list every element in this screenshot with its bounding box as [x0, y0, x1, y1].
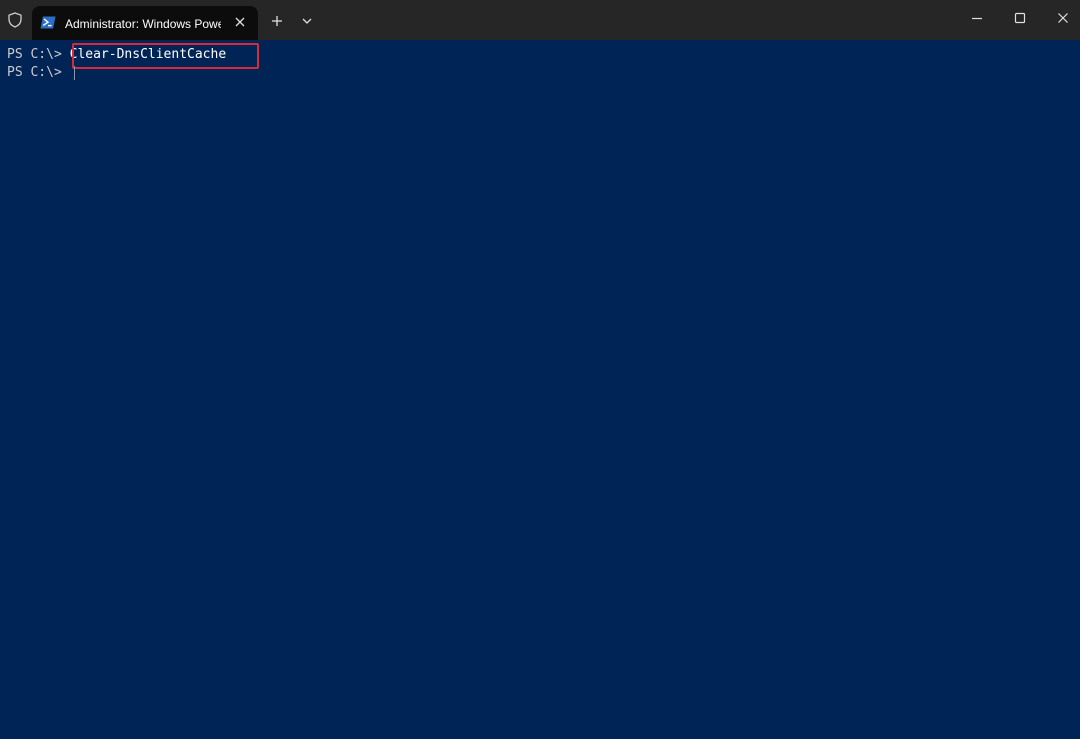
- terminal-line: PS C:\> Clear-DnsClientCache: [7, 46, 226, 64]
- tab-powershell[interactable]: Administrator: Windows Powe: [32, 6, 258, 40]
- powershell-icon: [40, 15, 56, 29]
- command-text: Clear-DnsClientCache: [69, 47, 227, 62]
- shield-icon[interactable]: [6, 11, 24, 29]
- maximize-icon[interactable]: [1007, 8, 1033, 28]
- tab-title: Administrator: Windows Powe: [65, 17, 221, 31]
- close-window-icon[interactable]: [1050, 8, 1076, 28]
- prompt: PS C:\>: [7, 47, 70, 62]
- terminal-line: PS C:\>: [7, 64, 70, 82]
- terminal-window: Administrator: Windows Powe PS C:\> Clea…: [0, 0, 1080, 739]
- text-cursor: [74, 66, 75, 80]
- prompt: PS C:\>: [7, 65, 70, 80]
- close-icon[interactable]: [232, 14, 248, 30]
- chevron-down-icon[interactable]: [298, 12, 316, 30]
- minimize-icon[interactable]: [964, 8, 990, 28]
- title-bar[interactable]: Administrator: Windows Powe: [0, 0, 1080, 40]
- terminal-output[interactable]: PS C:\> Clear-DnsClientCache PS C:\>: [0, 40, 1080, 739]
- plus-icon[interactable]: [268, 12, 286, 30]
